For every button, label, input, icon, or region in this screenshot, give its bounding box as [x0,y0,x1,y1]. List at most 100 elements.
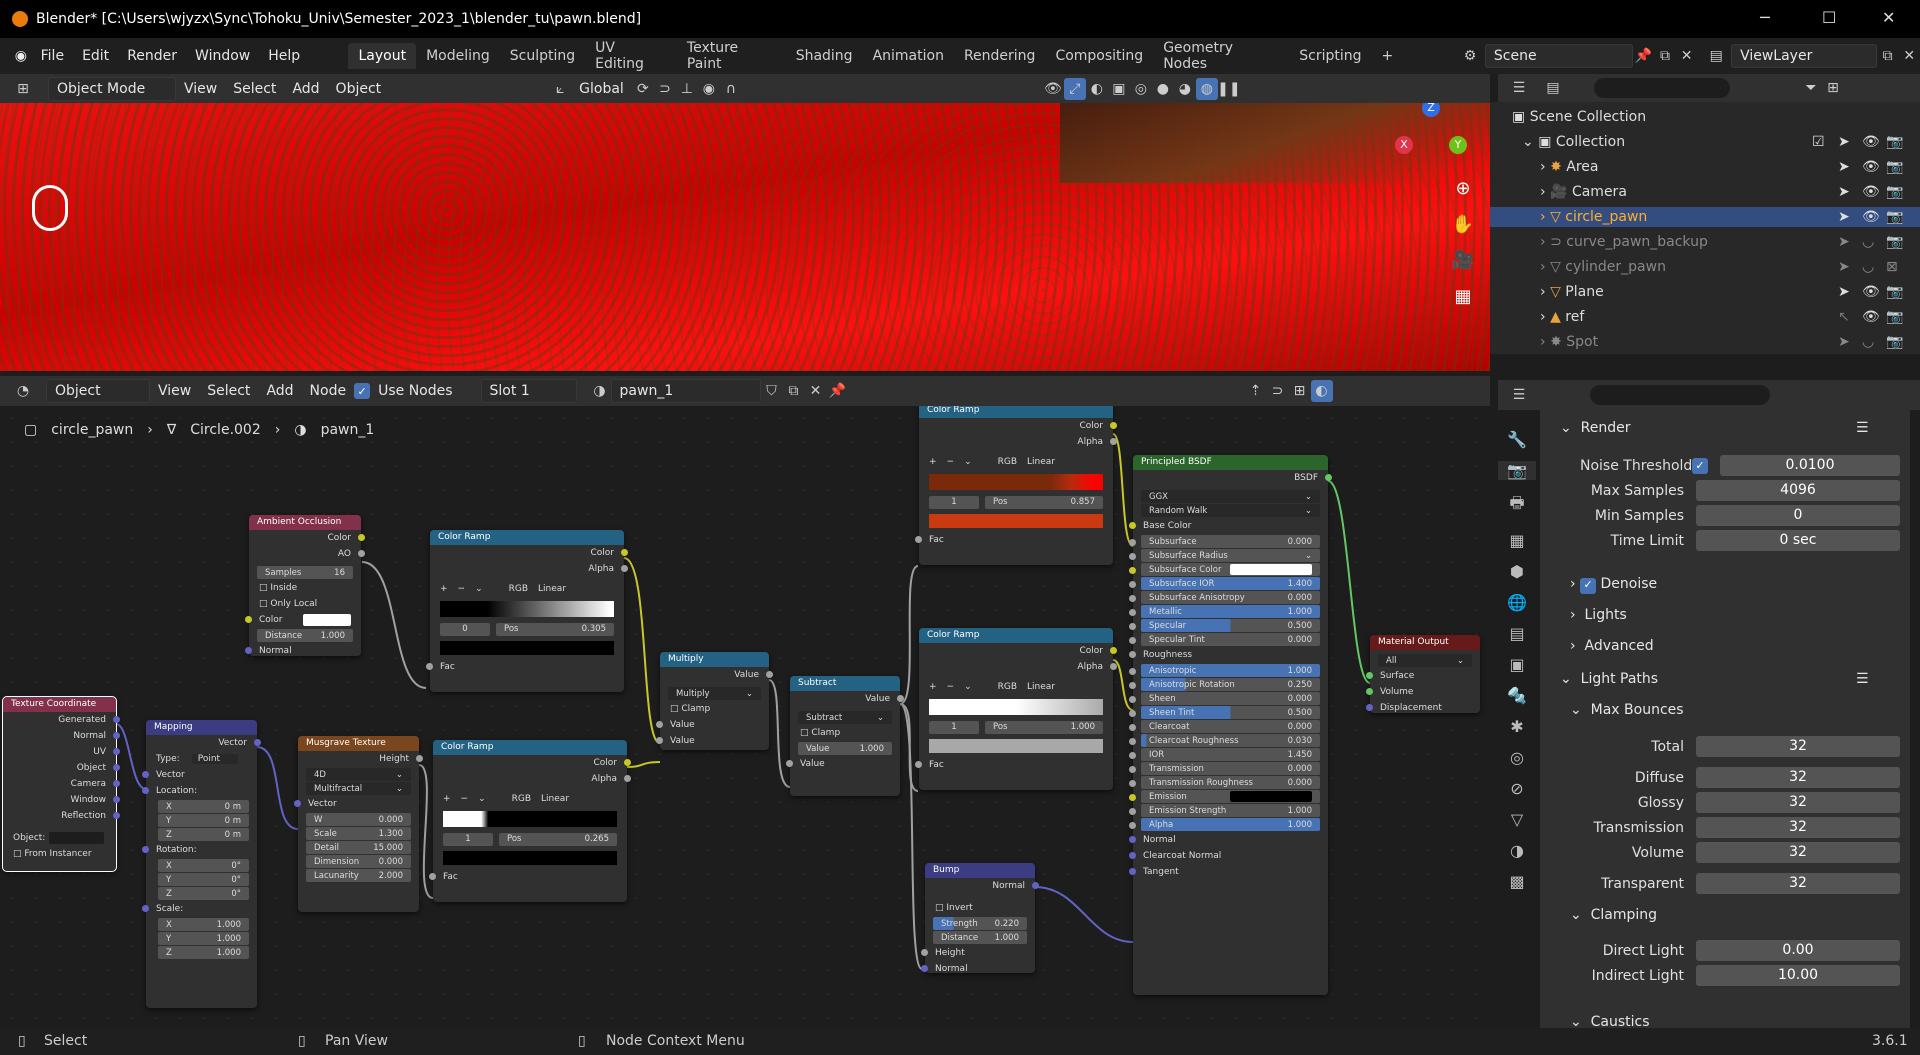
rendered-shading-icon[interactable]: ◍ [1195,77,1218,100]
new-view-layer-icon[interactable]: ⧉ [1877,45,1899,67]
node-title[interactable]: Ambient Occlusion [249,515,361,530]
socket-dot[interactable] [1129,794,1136,801]
tab-uv-editing[interactable]: UV Editing [585,35,677,77]
expand-icon[interactable]: ⌄ [1305,551,1312,561]
w-field[interactable]: W 0.000 [306,813,411,826]
add-stop-icon[interactable]: + [440,584,448,594]
overlay-icon[interactable]: ◐ [1086,78,1108,100]
transparent-field[interactable]: 32 [1696,873,1900,894]
color-swatch[interactable] [1230,791,1312,802]
input-value[interactable]: 1.450 [1288,750,1312,760]
select-icon[interactable]: ➤ [1838,159,1850,175]
node-title[interactable]: Color Ramp [430,530,624,545]
input-value[interactable]: 0.000 [1288,764,1312,774]
node-bump[interactable]: Bump Normal □ Invert Strength 0.220 Dista… [921,863,1039,974]
input-value[interactable]: 0.000 [1288,694,1312,704]
material-name-field[interactable]: pawn_1 [610,379,761,403]
node-ambient-occlusion[interactable]: Ambient Occlusion Color AO Samples 16 □ I… [245,515,365,656]
viewport-menu-add[interactable]: Add [284,81,327,97]
node-texture-coordinate[interactable]: Texture Coordinate Generated Normal UV O… [2,696,120,872]
outliner-item-curve-pawn-backup[interactable]: › ⊃ curve_pawn_backup ➤ ◡ 📷 [1490,232,1920,252]
clamp-checkbox[interactable]: □ Clamp [790,725,900,741]
volume-field[interactable]: 32 [1696,842,1900,863]
outliner-item-ref[interactable]: › ▲ ref ↖ 👁 📷 [1490,307,1920,327]
rotation-z[interactable]: Z 0° [158,887,249,900]
stop-color[interactable] [440,641,614,655]
gizmo-toggle-icon[interactable]: ⤢ [1063,77,1086,100]
clamping-section[interactable]: ⌄ Clamping [1570,907,1657,923]
display-mode-icon[interactable]: ▤ [1542,77,1564,99]
outliner-editor-type-icon[interactable]: ☰ [1508,77,1530,99]
navigation-gizmo[interactable]: Z Y X [1385,103,1467,183]
bsdf-input-row[interactable]: Normal [1129,832,1328,848]
ramp-gradient[interactable] [440,601,614,617]
socket-dot[interactable] [1129,710,1136,717]
tab-animation[interactable]: Animation [863,43,954,69]
stop-pos[interactable]: Pos 1.000 [985,720,1103,734]
node-title[interactable]: Material Output [1370,635,1480,650]
solid-shading-icon[interactable]: ● [1152,78,1174,100]
tool-tab-icon[interactable]: 🔧 [1498,430,1536,449]
node-color-ramp-3[interactable]: Color Ramp Color Alpha + − ⌄ RGB Linear 1 Pos… [915,406,1117,565]
remove-stop-icon[interactable]: − [947,457,955,467]
node-musgrave-texture[interactable]: Musgrave Texture Height 4D ⌄ Multifractal… [294,736,423,912]
input-value[interactable]: 0.030 [1288,736,1312,746]
input-value[interactable]: 0.000 [1288,635,1312,645]
socket-dot[interactable] [1129,637,1136,644]
zoom-icon[interactable]: ⊕ [1448,178,1478,214]
ramp-menu-icon[interactable]: ⌄ [478,794,486,804]
clamp-checkbox[interactable]: □ Clamp [660,701,769,717]
gizmo-y[interactable]: Y [1449,136,1467,154]
data-tab-icon[interactable]: ▽ [1498,810,1536,829]
pause-render-icon[interactable]: ❚❚ [1217,78,1240,100]
detail-field[interactable]: Detail 15.000 [306,841,411,854]
total-field[interactable]: 32 [1696,736,1900,757]
eye-icon[interactable]: 👁 [1862,309,1880,325]
xray-icon[interactable]: ▣ [1108,78,1130,100]
new-collection-icon[interactable]: ⊞ [1822,77,1844,99]
render-tab-icon[interactable]: 📷 [1498,461,1536,480]
stop-index[interactable]: 0 [440,622,490,636]
outliner-collection[interactable]: ⌄ ▣ Collection ☑ ➤ 👁 📷 [1490,132,1920,152]
eye-icon[interactable]: 👁 [1862,209,1880,225]
node-subtract[interactable]: Subtract Value Subtract ⌄ □ Clamp Value 1.… [786,676,904,796]
presets-icon[interactable]: ☰ [1856,671,1869,687]
interpolation[interactable]: Linear [538,584,566,594]
collection-tab-icon[interactable]: ▤ [1498,624,1536,643]
transmission-field[interactable]: 32 [1696,817,1900,838]
3d-viewport[interactable]: Z Y X ⊕ ✋ 🎥 ▦ [0,103,1490,371]
snap-target-icon[interactable]: ⊥ [676,78,698,100]
select-icon[interactable]: ➤ [1838,259,1850,275]
input-value[interactable]: 0.000 [1288,778,1312,788]
world-tab-icon[interactable]: 🌐 [1498,593,1536,612]
scale-x[interactable]: X 1.000 [158,918,249,931]
color-mode[interactable]: RGB [512,794,531,804]
node-title[interactable]: Bump [925,863,1035,878]
color-mode[interactable]: RGB [509,584,528,594]
bsdf-input-row[interactable]: Transmission Roughness 0.000 [1129,776,1320,789]
pan-hand-icon[interactable]: ✋ [1448,214,1478,250]
input-value[interactable]: 1.400 [1288,579,1312,589]
outliner-item-plane[interactable]: › ▽ Plane ➤ 👁 📷 [1490,282,1920,302]
select-icon[interactable]: ➤ [1838,209,1850,225]
bsdf-input-row[interactable]: Roughness [1129,647,1328,663]
color-swatch[interactable] [302,614,351,626]
socket-dot[interactable] [1129,609,1136,616]
socket-dot[interactable] [358,534,365,541]
node-principled-bsdf[interactable]: Principled BSDF BSDF GGX ⌄ Random Walk ⌄ B… [1129,455,1332,995]
ramp-gradient[interactable] [929,474,1103,490]
strength-field[interactable]: Strength 0.220 [933,917,1027,930]
falloff-icon[interactable]: ∩ [720,78,742,100]
bsdf-input-row[interactable]: Alpha 1.000 [1129,818,1320,831]
input-value[interactable]: 1.000 [1288,666,1312,676]
input-value[interactable]: 0.000 [1288,722,1312,732]
bsdf-input-row[interactable]: Subsurface Color [1129,563,1320,576]
dimension-field[interactable]: Dimension 0.000 [306,855,411,868]
stop-index[interactable]: 1 [929,495,979,509]
menu-edit[interactable]: Edit [73,48,118,64]
bsdf-input-row[interactable]: Transmission 0.000 [1129,762,1320,775]
viewport-menu-view[interactable]: View [176,81,225,97]
socket-dot[interactable] [1129,836,1136,843]
outliner-scene-collection[interactable]: ▣ Scene Collection [1490,107,1920,127]
blender-menu-icon[interactable]: ◉ [10,45,32,67]
